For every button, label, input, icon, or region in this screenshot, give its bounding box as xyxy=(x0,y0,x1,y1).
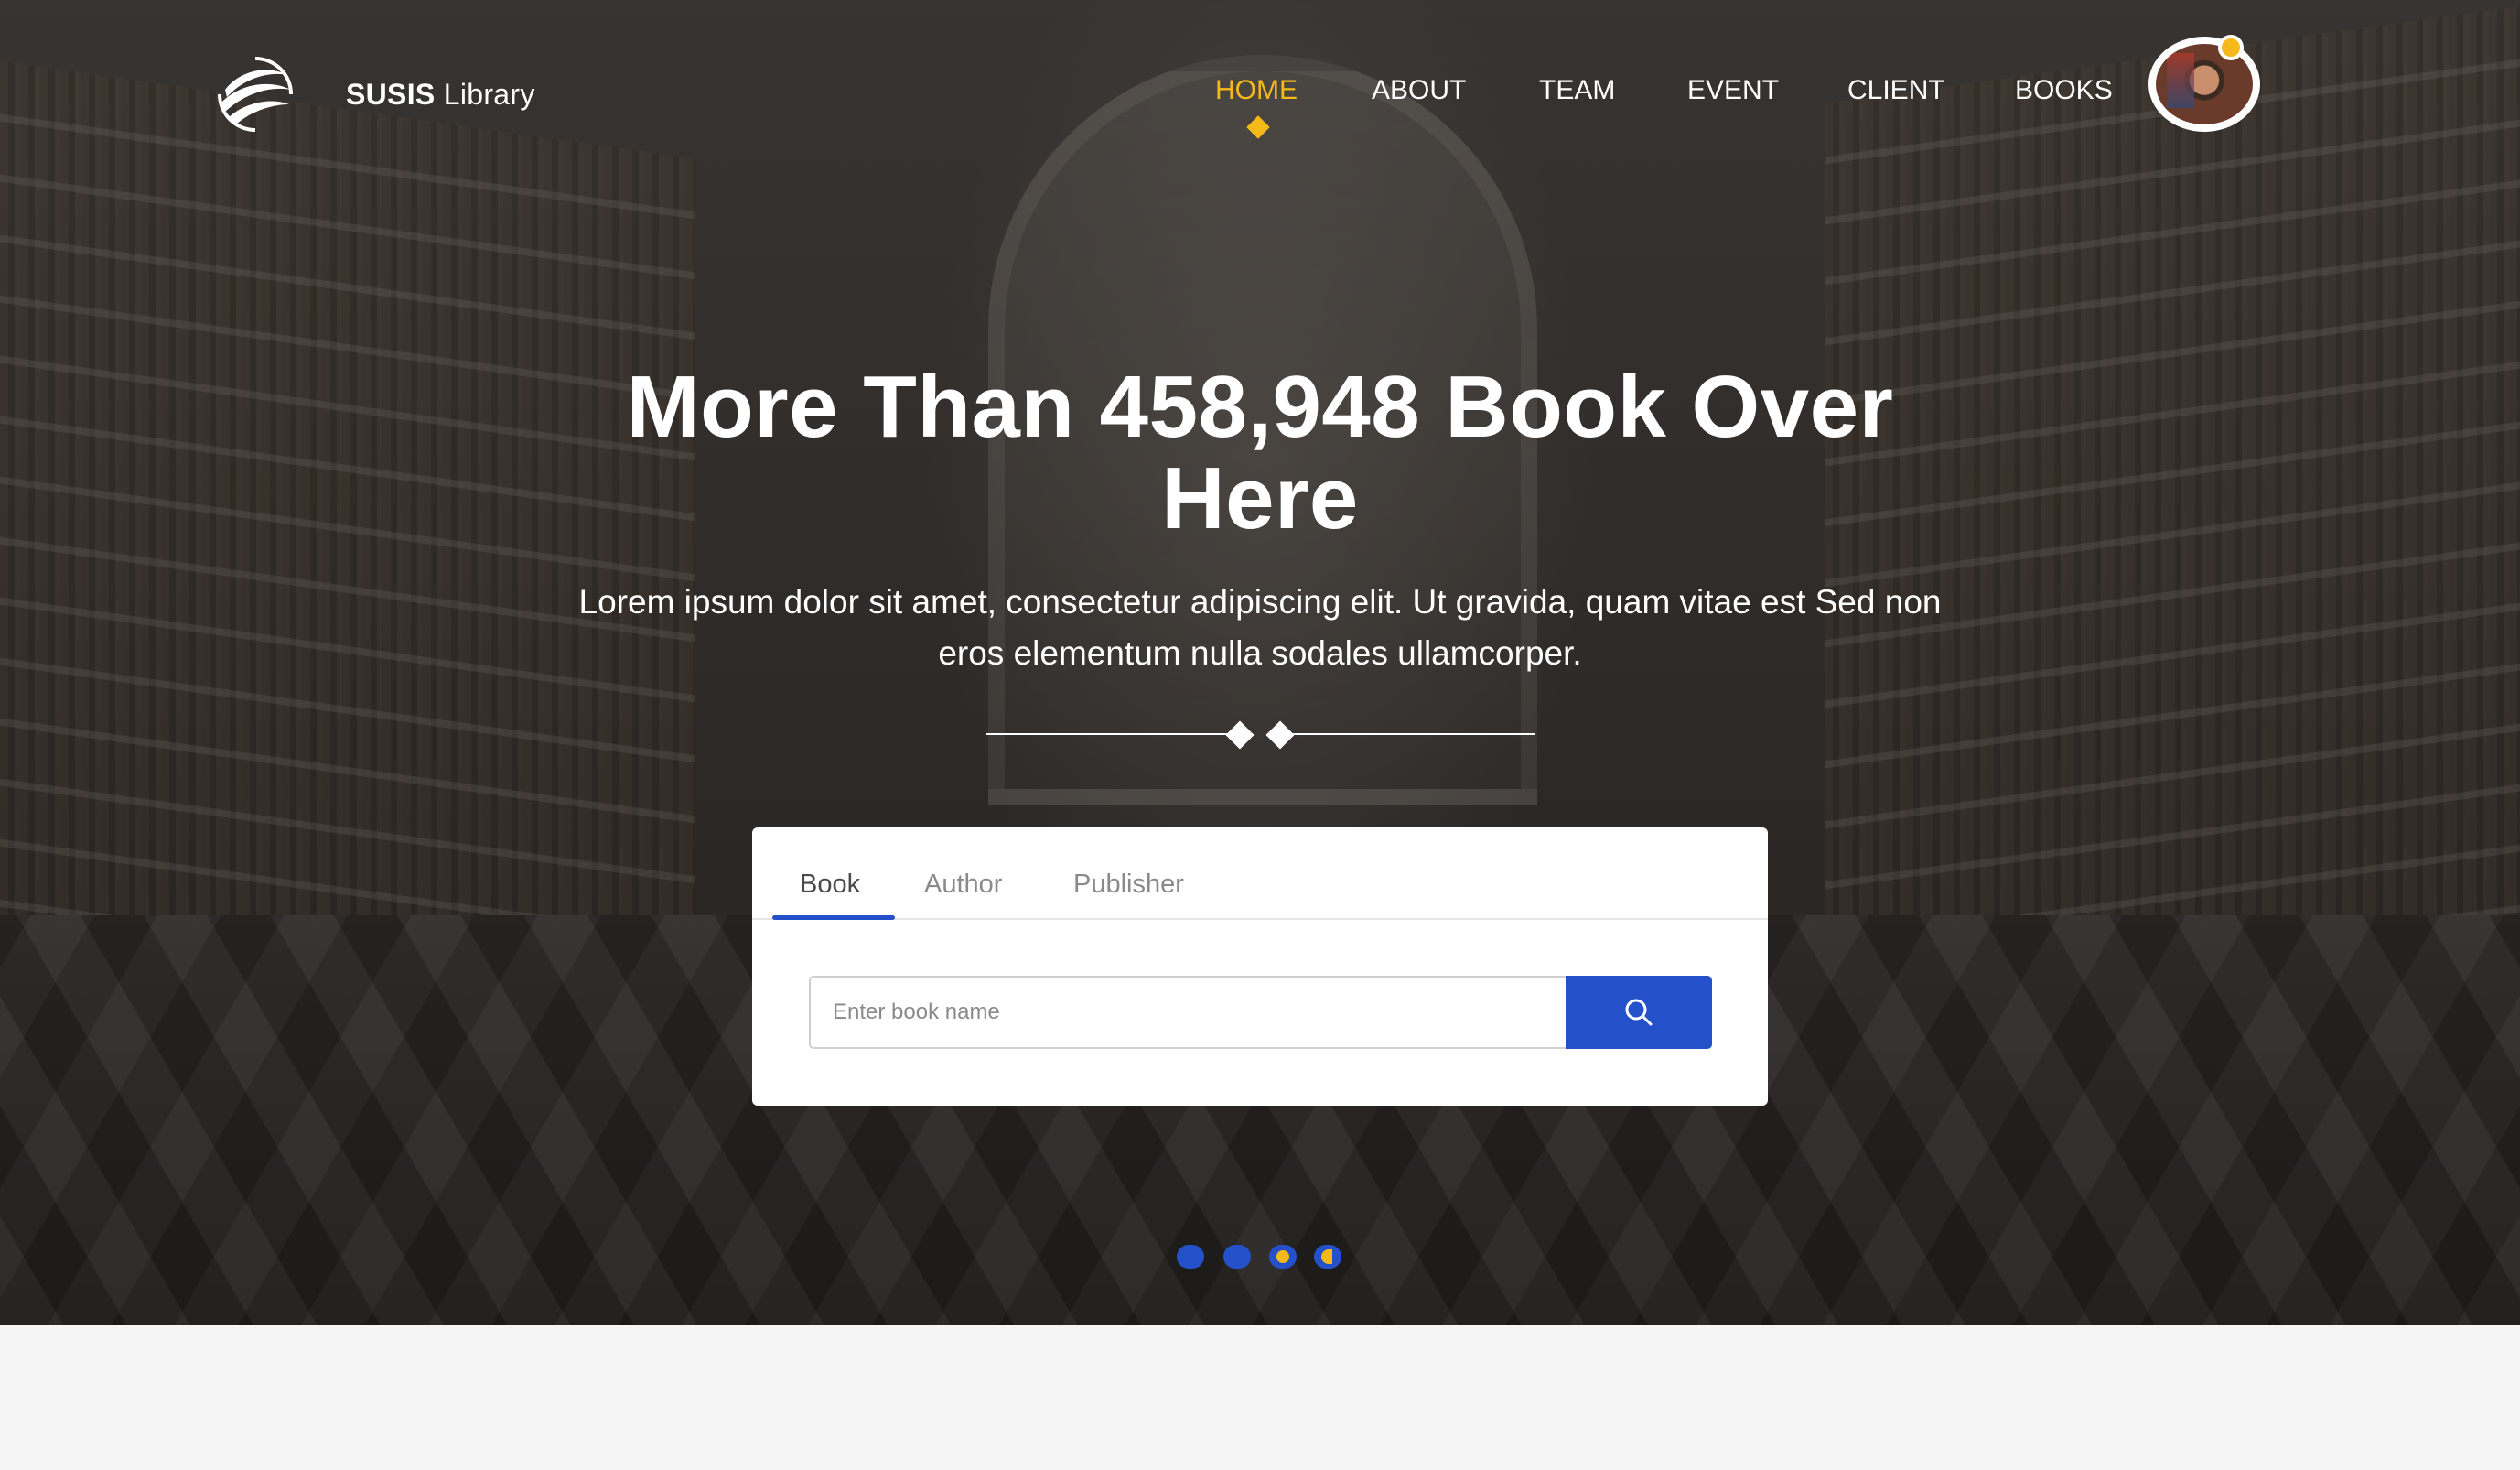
search-button[interactable] xyxy=(1566,976,1712,1049)
carousel-dot-1[interactable] xyxy=(1177,1245,1204,1269)
tab-author[interactable]: Author xyxy=(924,870,1002,900)
book-search-input[interactable] xyxy=(809,976,1567,1049)
search-tabs: Book Author Publisher xyxy=(752,827,1768,920)
brand-name: SUSIS Library xyxy=(346,78,535,112)
brand-name-bold: SUSIS xyxy=(346,77,436,111)
brand-logo[interactable]: SUSIS Library xyxy=(216,55,535,134)
page-content-area xyxy=(0,1325,2520,1470)
nav-item-team[interactable]: TEAM xyxy=(1539,75,1615,106)
search-icon xyxy=(1625,999,1653,1026)
divider-line-left xyxy=(986,733,1233,735)
swirl-globe-logo-icon xyxy=(218,57,293,132)
user-avatar-button[interactable] xyxy=(2148,37,2260,132)
nav-item-home[interactable]: HOME xyxy=(1215,75,1298,106)
divider-line-right xyxy=(1290,733,1535,735)
nav-item-books[interactable]: BOOKS xyxy=(2015,75,2113,106)
hero-headline: More Than 458,948 Book Over Here xyxy=(626,358,1894,547)
tab-book[interactable]: Book xyxy=(800,870,860,900)
search-card: Book Author Publisher xyxy=(752,827,1768,1106)
tab-publisher[interactable]: Publisher xyxy=(1073,870,1184,900)
active-tab-underline xyxy=(772,915,895,920)
nav-item-about[interactable]: ABOUT xyxy=(1372,75,1466,106)
carousel-dot-2[interactable] xyxy=(1223,1245,1251,1269)
nav-item-client[interactable]: CLIENT xyxy=(1847,75,1945,106)
brand-name-rest: Library xyxy=(443,77,535,111)
nav-item-event[interactable]: EVENT xyxy=(1687,75,1779,106)
notification-dot-icon xyxy=(2218,35,2244,60)
carousel-dot-4[interactable] xyxy=(1314,1245,1341,1269)
hero-subtext: Lorem ipsum dolor sit amet, consectetur … xyxy=(578,583,1942,672)
carousel-dot-3[interactable] xyxy=(1269,1245,1297,1269)
